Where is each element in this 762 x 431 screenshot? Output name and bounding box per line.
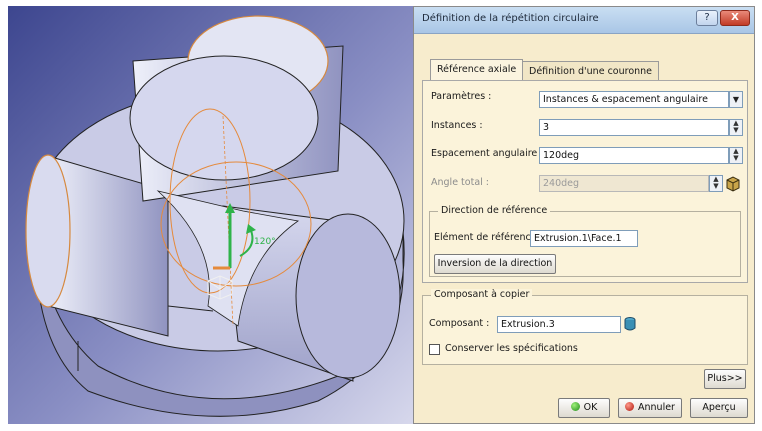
dialog-titlebar[interactable]: Définition de la répétition circulaire ?…: [414, 7, 754, 34]
ok-button[interactable]: OK: [558, 398, 610, 418]
composant-group: Composant à copier Composant : Extrusion…: [422, 289, 748, 365]
composant-label: Composant :: [429, 318, 490, 329]
angle-total-spinner-icon: ▲ ▼: [709, 175, 723, 192]
direction-group-title: Direction de référence: [438, 205, 551, 216]
angle-annotation: 120°: [254, 237, 276, 247]
ok-label: OK: [583, 402, 598, 413]
apercu-button[interactable]: Aperçu: [690, 398, 748, 418]
chevron-down-icon[interactable]: ▼: [729, 91, 743, 108]
instances-label: Instances :: [431, 120, 483, 131]
instances-spinner-icon[interactable]: ▲ ▼: [729, 119, 743, 136]
circular-pattern-dialog: Définition de la répétition circulaire ?…: [413, 6, 755, 424]
parametres-select[interactable]: Instances & espacement angulaire: [539, 91, 729, 108]
close-button[interactable]: X: [720, 10, 750, 26]
help-button[interactable]: ?: [696, 10, 718, 26]
tab-definition-couronne[interactable]: Définition d'une couronne: [522, 61, 660, 81]
annuler-red-icon: [625, 402, 635, 411]
conserver-checkbox[interactable]: [429, 344, 440, 355]
angle-total-input: 240deg: [539, 175, 709, 192]
espacement-label: Espacement angulaire :: [431, 148, 544, 159]
element-reference-input[interactable]: Extrusion.1\Face.1: [530, 230, 638, 247]
conserver-label: Conserver les spécifications: [445, 343, 578, 354]
annuler-button[interactable]: Annuler: [618, 398, 682, 418]
direction-reference-group: Direction de référence Elément de référe…: [429, 205, 741, 277]
inversion-direction-button[interactable]: Inversion de la direction: [434, 254, 556, 274]
ok-green-icon: [570, 402, 580, 411]
3d-viewport[interactable]: 120°: [8, 6, 414, 424]
composant-input[interactable]: Extrusion.3: [497, 316, 621, 333]
feature-selection-icon[interactable]: [623, 316, 637, 332]
element-reference-label: Elément de référence:: [434, 232, 540, 243]
parametres-label: Paramètres :: [431, 91, 492, 102]
espacement-spinner-icon[interactable]: ▲ ▼: [729, 147, 743, 164]
espacement-input[interactable]: 120deg: [539, 147, 729, 164]
tab-panel: Paramètres : Instances & espacement angu…: [422, 80, 748, 283]
instances-input[interactable]: 3: [539, 119, 729, 136]
angle-total-label: Angle total :: [431, 177, 489, 188]
top-cylinder-end: [129, 55, 319, 181]
dialog-title: Définition de la répétition circulaire: [422, 13, 599, 24]
annuler-label: Annuler: [638, 402, 675, 413]
composant-group-title: Composant à copier: [431, 289, 533, 300]
formula-cube-icon[interactable]: [726, 176, 740, 192]
part-render: 120°: [8, 6, 414, 424]
plus-button[interactable]: Plus>>: [704, 369, 746, 389]
tab-reference-axiale[interactable]: Référence axiale: [430, 59, 524, 81]
